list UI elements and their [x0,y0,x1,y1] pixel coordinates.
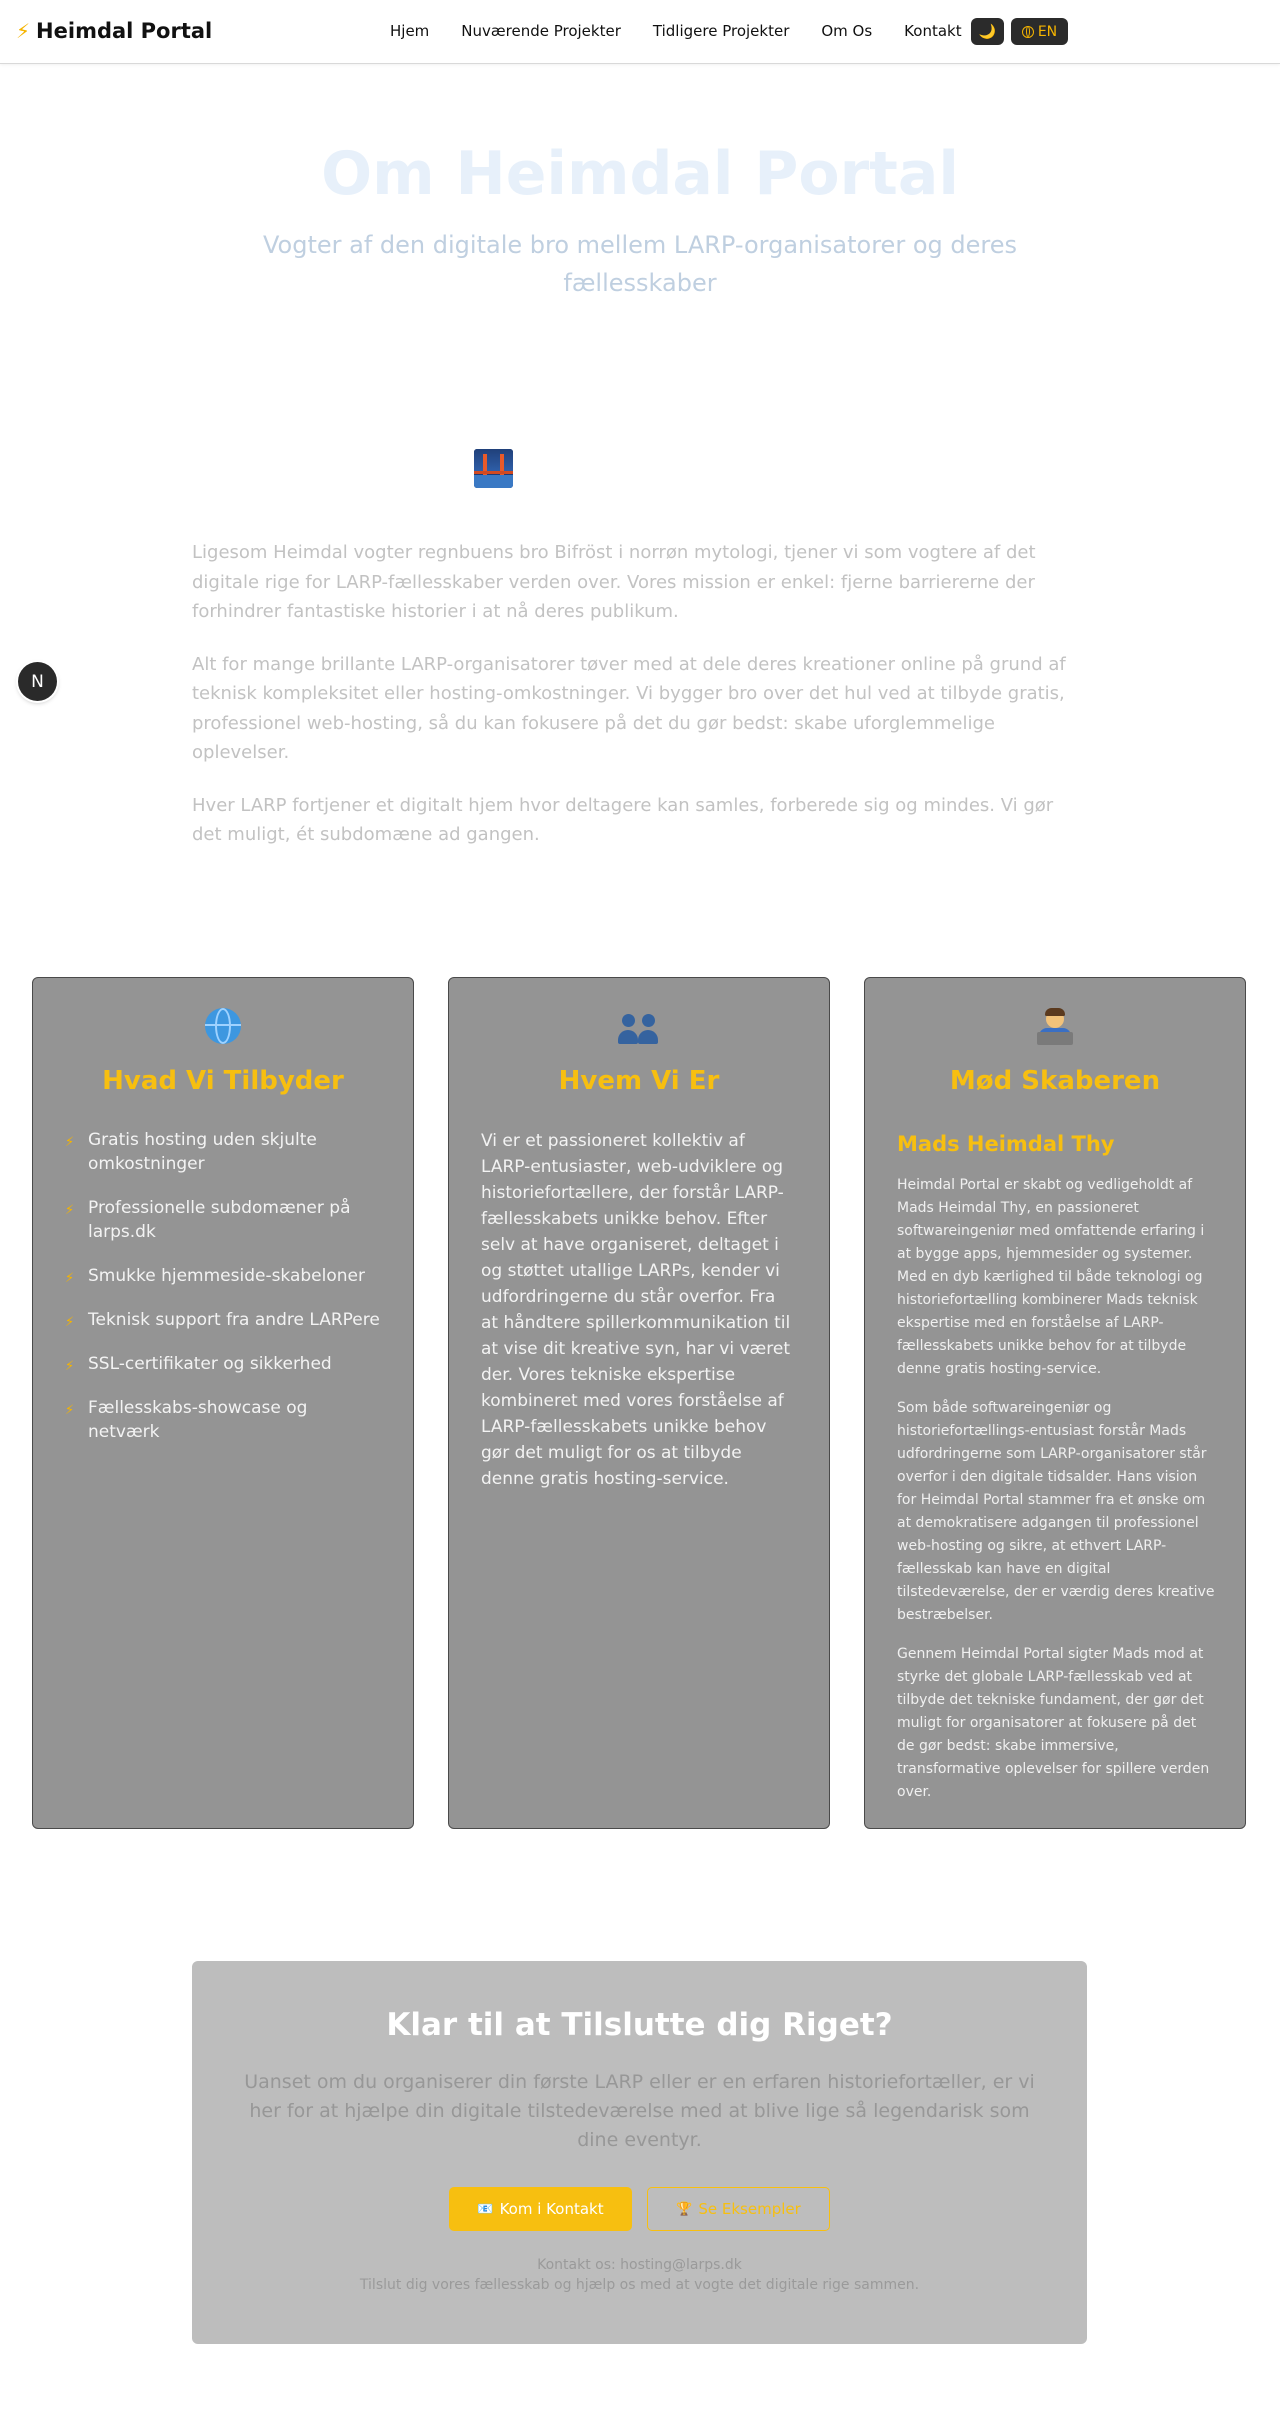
lightning-icon: ⚡ [65,1135,75,1150]
page-title: Om Heimdal Portal [321,139,959,209]
page-subtitle: Vogter af den digitale bro mellem LARP-o… [263,231,1017,297]
card-meet-creator: Mød Skaberen Mads Heimdal Thy Heimdal Po… [864,977,1246,1829]
story-paragraph: Hver LARP fortjener et digitalt hjem hvo… [192,794,1054,846]
list-item: ⚡ Gratis hosting uden skjulte omkostninge… [65,1130,317,1174]
bridge-icon [474,449,513,488]
lightning-icon: ⚡ [65,1203,75,1218]
brand-name: Heimdal Portal [36,19,213,43]
join-line: Tilslut dig vores fællesskab og hjælp os… [359,2277,920,2293]
globe-icon [1021,25,1034,38]
list-item: ⚡ Teknisk support fra andre LARPere [65,1308,383,1332]
people-icon [617,1008,661,1044]
list-item: ⚡ Smukke hjemmeside-skabeloner [65,1264,383,1288]
theme-toggle-button[interactable]: 🌙 [971,18,1004,45]
navbar: ⚡ Heimdal Portal Hjem Nuværende Projekte… [0,0,1280,64]
nav-link-contact[interactable]: Kontakt [904,21,961,41]
list-item: ⚡ SSL-certifikater og sikkerhed [65,1352,383,1376]
language-toggle-button[interactable]: EN [1011,18,1068,45]
examples-button[interactable]: 🏆 Se Eksempler [647,2187,830,2231]
lightning-icon: ⚡ [65,1403,75,1418]
list-item: ⚡ Professionelle subdomæner på larps.dk [65,1198,351,1242]
nav-link-current-projects[interactable]: Nuværende Projekter [461,21,621,41]
card-what-we-offer: Hvad Vi Tilbyder ⚡ Gratis hosting uden sk… [32,977,414,1829]
cta-section: Klar til at Tilslutte dig Riget? Uanset … [192,1961,1087,2344]
bio-paragraph: Gennem Heimdal Portal sigter Mads mod at… [897,1646,1210,1800]
creator-name: Mads Heimdal Thy [897,1132,1115,1156]
globe-icon [205,1008,241,1044]
bio-paragraph: Som både softwareingeniør og historiefor… [897,1400,1215,1623]
offer-list: ⚡ Gratis hosting uden skjulte omkostninge… [65,1128,383,1464]
story-section: Ligesom Heimdal vogter regnbuens bro Bif… [192,538,1074,873]
nav-link-about[interactable]: Om Os [821,21,872,41]
bio-paragraph: Heimdal Portal er skabt og vedligeholdt … [897,1177,1205,1377]
envelope-icon: 📧 [477,2201,494,2217]
card-title: Hvad Vi Tilbyder [102,1066,344,1096]
creator-bio: Heimdal Portal er skabt og vedligeholdt … [897,1174,1215,1820]
nav-link-home[interactable]: Hjem [390,21,429,41]
nav-link-past-projects[interactable]: Tidligere Projekter [653,21,789,41]
technologist-icon [1035,1008,1075,1046]
language-label: EN [1037,23,1058,40]
story-paragraph: Ligesom Heimdal vogter regnbuens bro Bif… [192,542,1036,622]
story-paragraph: Alt for mange brillante LARP-organisator… [192,653,1066,764]
nav-links: Hjem Nuværende Projekter Tidligere Proje… [390,21,962,41]
brand-logo-link[interactable]: ⚡ Heimdal Portal [16,18,212,44]
lightning-icon: ⚡ [65,1315,75,1330]
list-item: ⚡ Fællesskabs-showcase og netværk [65,1398,308,1442]
card-who-we-are: Hvem Vi Er Vi er et passioneret kollekti… [448,977,830,1829]
nextjs-dev-badge[interactable]: N [18,662,57,701]
trophy-icon: 🏆 [676,2201,693,2217]
lightning-icon: ⚡ [65,1271,75,1286]
cta-title: Klar til at Tilslutte dig Riget? [386,2007,893,2043]
lightning-icon: ⚡ [65,1359,75,1374]
lightning-icon: ⚡ [16,19,31,43]
cta-text: Uanset om du organiserer din første LARP… [244,2071,1035,2151]
card-body: Vi er et passioneret kollektiv af LARP-e… [481,1131,791,1489]
moon-icon: 🌙 [978,23,997,40]
card-title: Mød Skaberen [949,1066,1161,1096]
card-title: Hvem Vi Er [558,1066,720,1096]
contact-email-line: Kontakt os: hosting@larps.dk [537,2257,742,2273]
contact-button[interactable]: 📧 Kom i Kontakt [449,2187,632,2231]
